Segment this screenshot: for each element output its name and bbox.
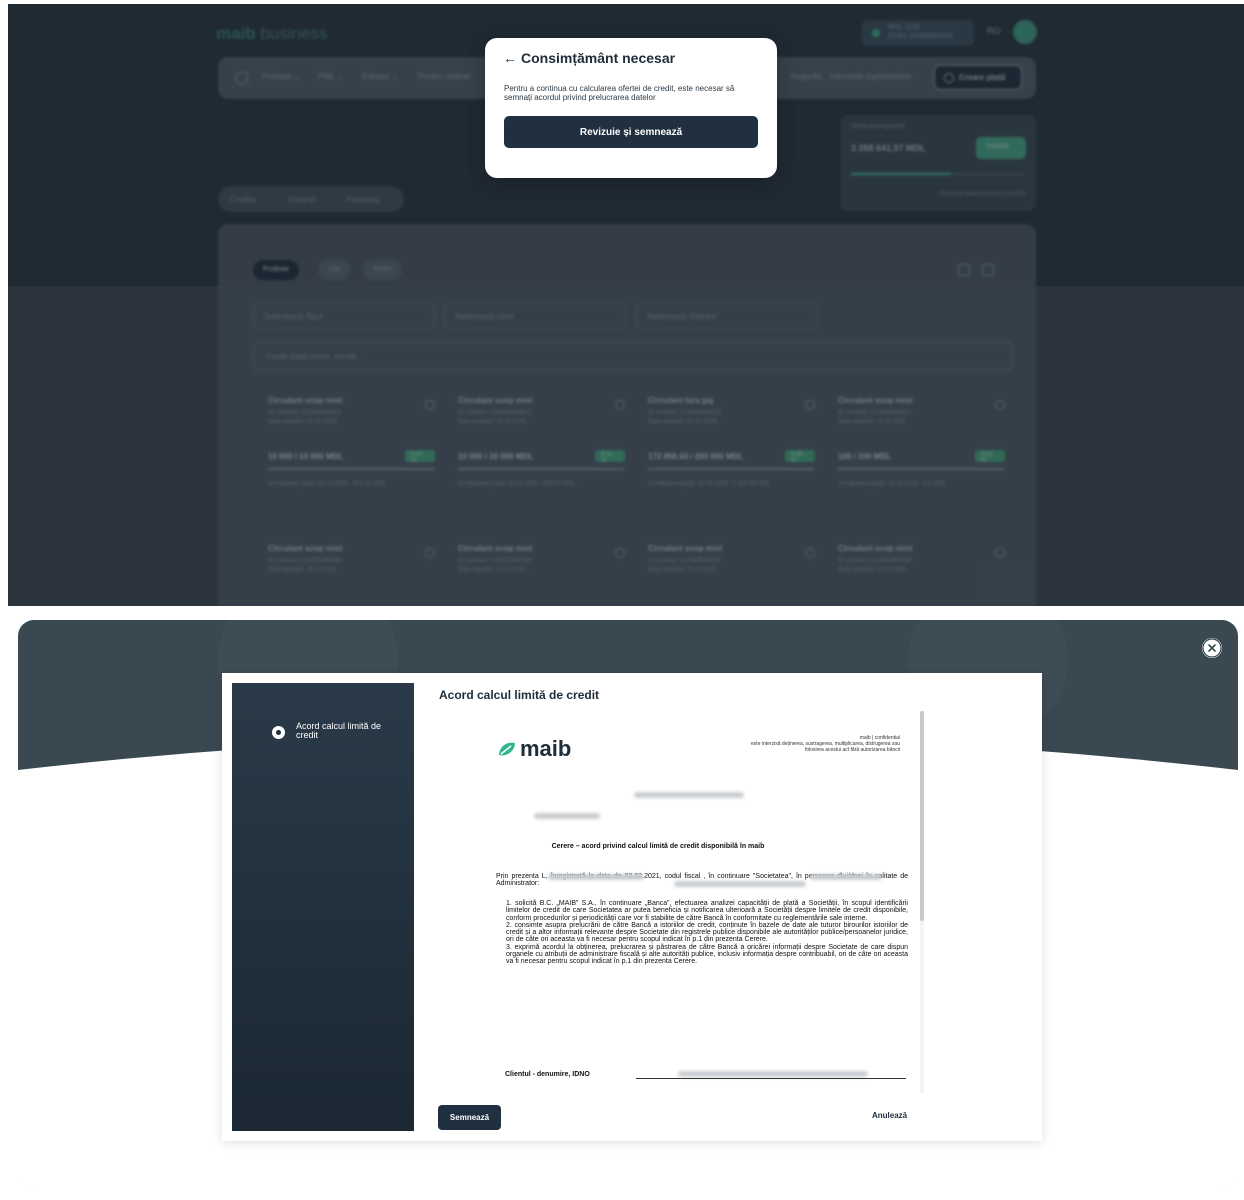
sign-button[interactable]: Semnează xyxy=(438,1105,501,1130)
arrow-left-icon[interactable]: ← xyxy=(503,50,517,66)
consent-message: Pentru a continua cu calcularea ofertei … xyxy=(504,84,735,102)
redacted-text xyxy=(548,874,644,880)
consent-title: Consimțământ necesar xyxy=(521,50,676,66)
clause-2: 2. consimte asupra prelucrării de către … xyxy=(506,921,908,944)
confidential-notice: maib | confidential este interzisă dețin… xyxy=(751,735,900,753)
dialog-heading: Acord calcul limită de credit xyxy=(439,688,600,702)
cancel-button[interactable]: Anulează xyxy=(872,1111,907,1120)
agreement-screen: Acord calcul limită de credit Acord calc… xyxy=(8,620,1244,1200)
close-icon xyxy=(1202,638,1222,658)
redacted-text xyxy=(534,813,600,819)
redacted-text xyxy=(678,1071,868,1077)
redacted-text xyxy=(634,792,744,798)
document-title: Cerere – acord privind calcul limită de … xyxy=(551,843,765,850)
step-radio-icon[interactable] xyxy=(272,726,285,739)
logo-text: maib xyxy=(520,736,572,761)
confidential-line-3: folosirea acestui act fără autorizarea b… xyxy=(804,747,900,753)
steps-sidebar: Acord calcul limită de credit xyxy=(232,683,414,1131)
document-scrollbar-thumb[interactable] xyxy=(920,711,924,921)
client-label: Clientul - denumire, IDNO xyxy=(505,1071,590,1078)
maib-leaf-icon xyxy=(499,742,515,756)
review-and-sign-button[interactable]: Revizuie și semnează xyxy=(504,116,758,148)
screen-separator xyxy=(0,606,1244,620)
close-button[interactable] xyxy=(1202,638,1222,658)
step-label[interactable]: Acord calcul limită de credit xyxy=(296,722,386,740)
document-viewer[interactable]: maib maib | confidential este interzisă … xyxy=(438,711,926,1093)
dashboard-screen: maib business MDL 1133 22461 10000000024 … xyxy=(8,4,1244,606)
clause-3: 3. exprimă acordul la obținerea, prelucr… xyxy=(506,943,908,966)
agreement-dialog: Acord calcul limită de credit Acord calc… xyxy=(222,673,1042,1141)
signature-line xyxy=(636,1078,906,1079)
consent-modal: ← Consimțământ necesar Pentru a continua… xyxy=(485,38,777,178)
clause-1: 1. solicită B.C. „MAIB” S.A., în continu… xyxy=(506,900,908,922)
document-clauses: 1. solicită B.C. „MAIB” S.A., în continu… xyxy=(506,900,908,966)
redacted-text xyxy=(674,881,806,887)
redacted-text xyxy=(810,874,882,880)
maib-logo: maib xyxy=(496,736,571,762)
